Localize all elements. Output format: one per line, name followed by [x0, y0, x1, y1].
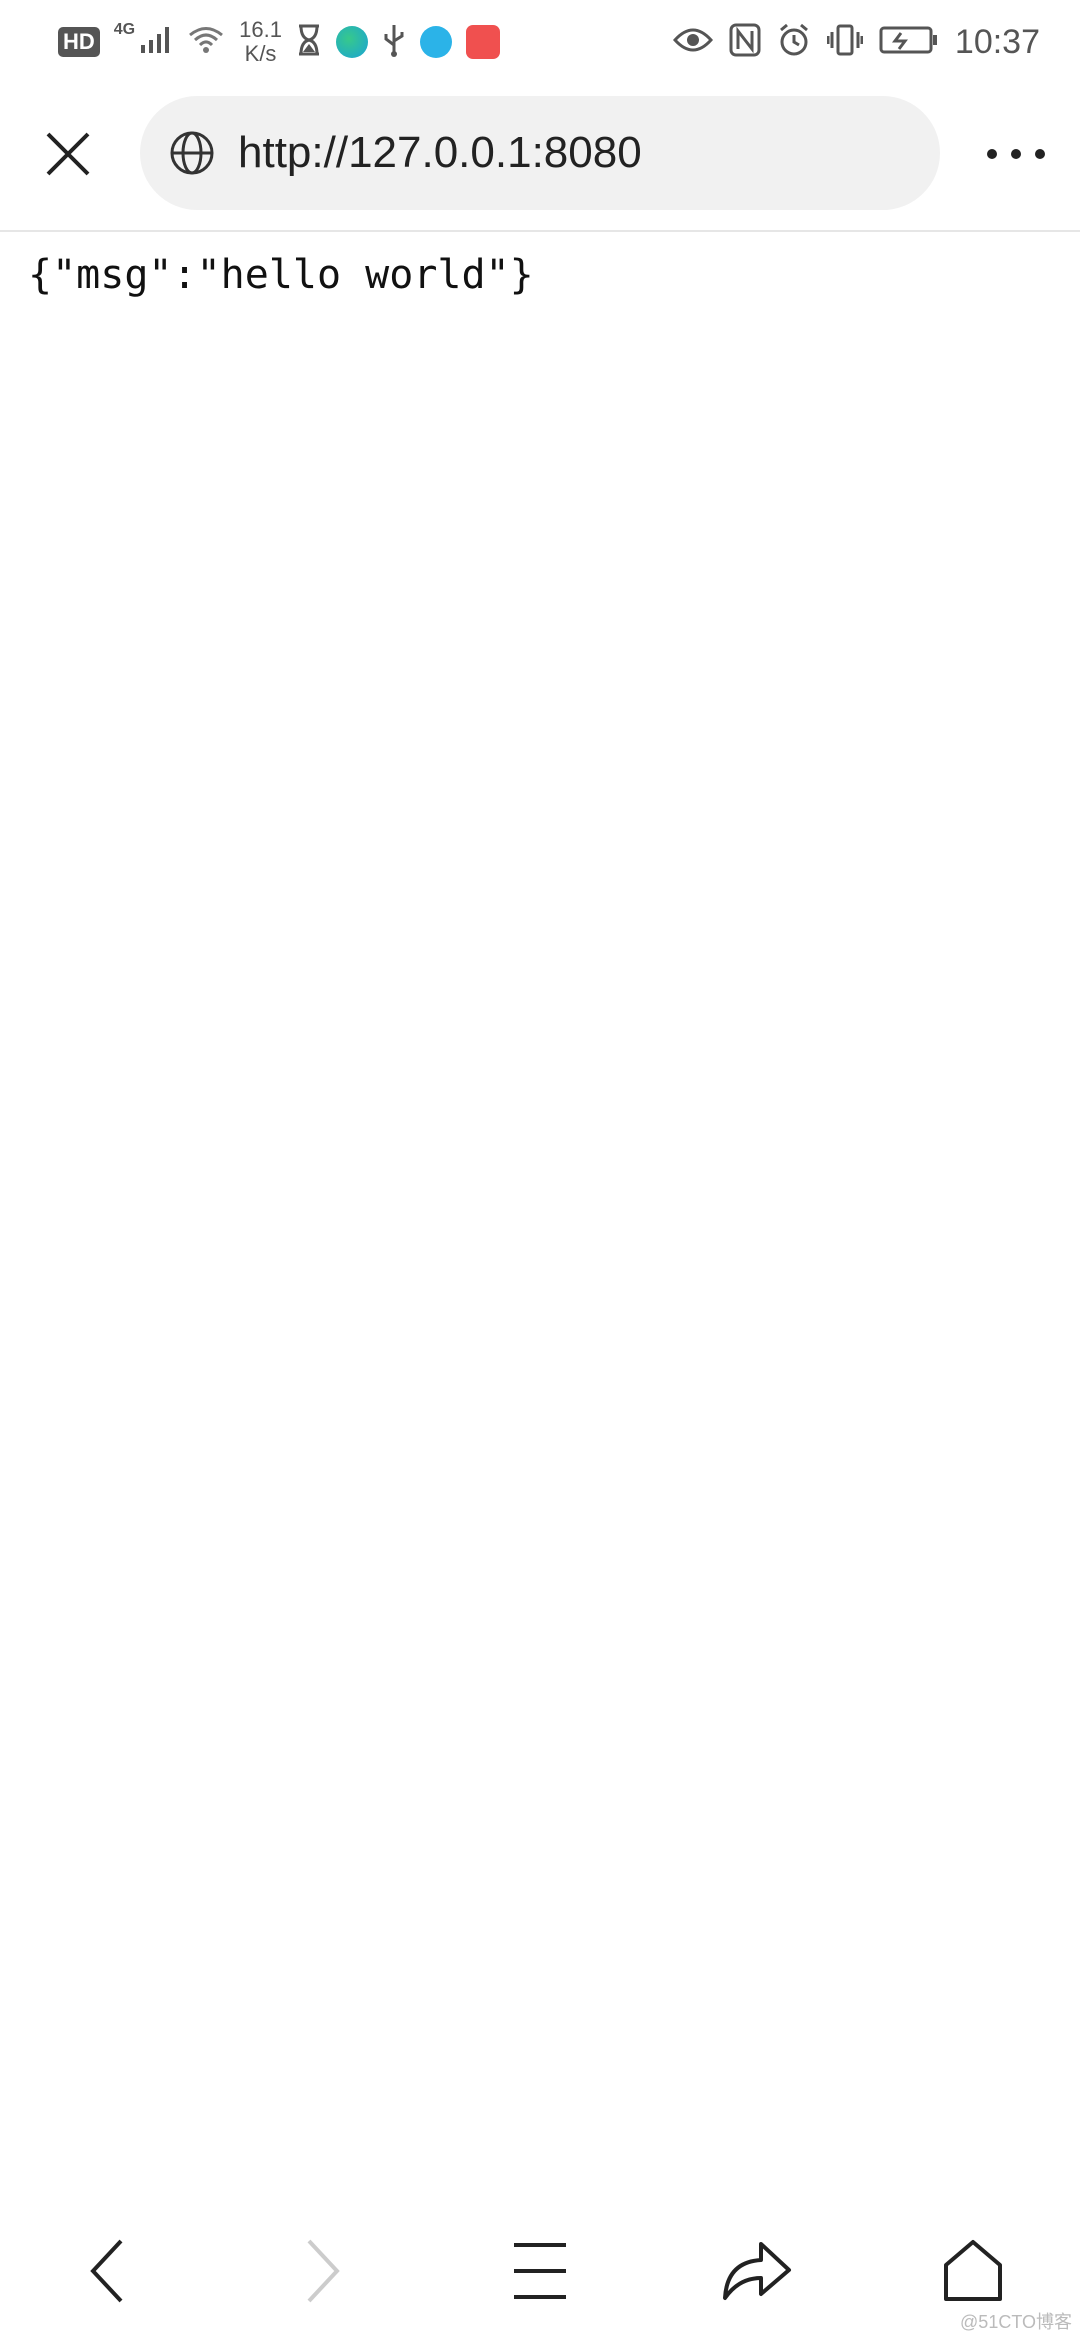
alarm-icon	[777, 23, 811, 62]
browser-toolbar: http://127.0.0.1:8080	[0, 90, 1080, 230]
share-icon	[723, 2242, 791, 2300]
status-time: 10:37	[954, 22, 1040, 61]
battery-charging-icon	[879, 25, 939, 60]
signal-icon	[139, 25, 173, 60]
more-options-button[interactable]	[976, 122, 1056, 186]
network-speed-value: 16.1	[239, 17, 282, 42]
page-body-text: {"msg":"hello world"}	[28, 252, 534, 298]
globe-icon	[168, 129, 216, 177]
nfc-icon	[729, 23, 761, 62]
network-type-label: 4G	[113, 21, 136, 38]
url-text: http://127.0.0.1:8080	[238, 128, 642, 177]
back-icon	[90, 2239, 123, 2303]
network-speed-unit: K/s	[244, 41, 277, 66]
network-speed: 16.1 K/s	[239, 18, 282, 66]
watermark: @51CTO博客	[960, 2312, 1072, 2332]
wifi-icon	[187, 25, 225, 60]
hourglass-icon	[296, 24, 322, 61]
hd-badge: HD	[58, 27, 100, 57]
menu-button[interactable]	[495, 2226, 585, 2316]
back-button[interactable]	[62, 2226, 152, 2316]
toolbar-divider	[0, 230, 1080, 232]
menu-icon	[514, 2243, 566, 2299]
forward-button[interactable]	[278, 2226, 368, 2316]
music-app-icon	[419, 26, 452, 58]
address-bar[interactable]: http://127.0.0.1:8080	[140, 96, 940, 210]
status-bar: HD 4G 16.1 K/s 10:37	[0, 0, 1080, 80]
forward-icon	[307, 2239, 340, 2303]
eye-icon	[672, 26, 713, 59]
share-button[interactable]	[712, 2226, 802, 2316]
home-icon	[944, 2240, 1002, 2301]
vibrate-icon	[826, 23, 864, 62]
close-button[interactable]	[36, 122, 100, 186]
bottom-navigation	[0, 2220, 1080, 2320]
usb-icon	[382, 23, 406, 62]
status-bar-right: 10:37	[672, 12, 1040, 72]
status-bar-left: HD 4G 16.1 K/s	[58, 12, 500, 72]
home-button[interactable]	[928, 2226, 1018, 2316]
more-dots-icon	[987, 149, 1045, 159]
close-icon	[46, 132, 90, 176]
huawei-app-icon	[465, 25, 500, 59]
app-notification-icon	[335, 26, 368, 58]
